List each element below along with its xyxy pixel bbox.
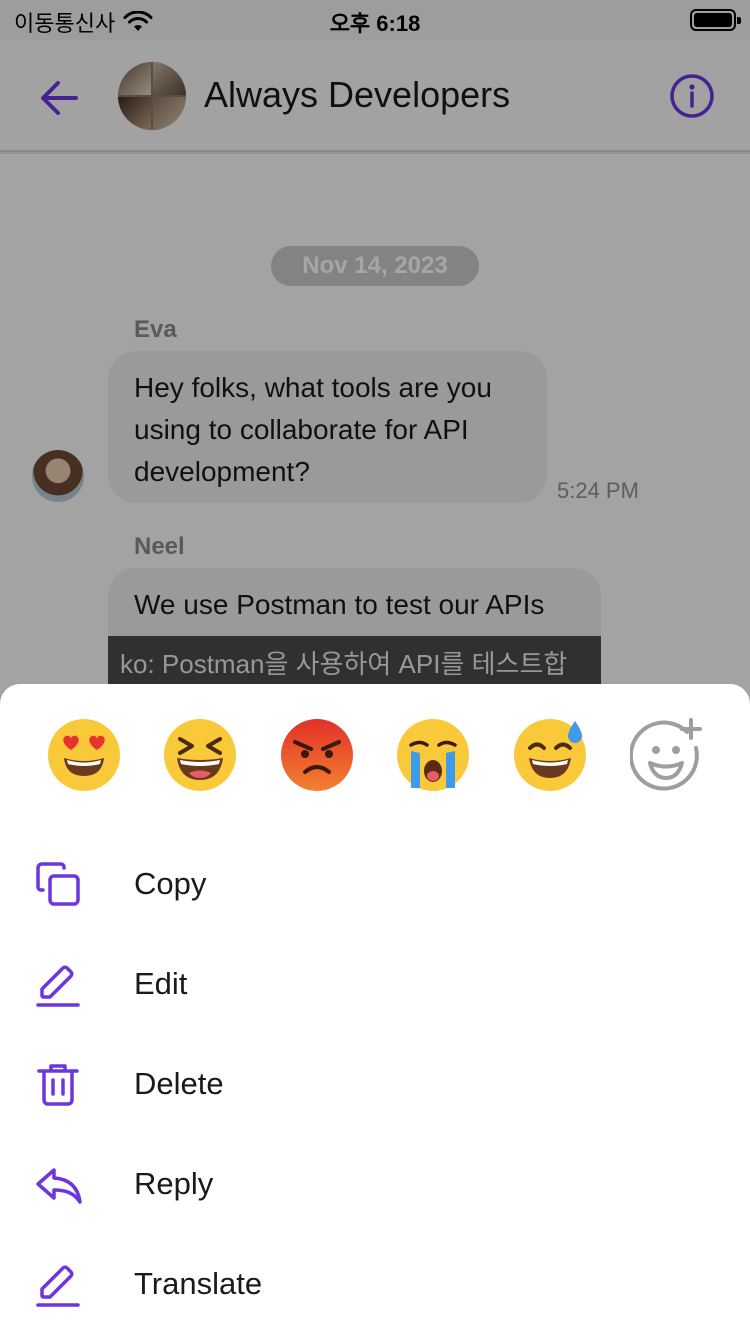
add-reaction-icon[interactable] — [630, 718, 704, 792]
edit-label: Edit — [134, 966, 188, 1001]
copy-label: Copy — [134, 866, 207, 901]
delete-label: Delete — [134, 1066, 224, 1101]
heart-eyes-emoji-icon[interactable] — [47, 718, 121, 792]
translate-label: Translate — [134, 1266, 263, 1301]
pencil-icon — [36, 1265, 80, 1307]
delete-menu-item[interactable]: Delete — [0, 1034, 750, 1134]
translate-menu-item[interactable]: Translate — [0, 1234, 750, 1334]
copy-icon — [36, 862, 80, 906]
sweat-smile-emoji-icon[interactable] — [513, 718, 587, 792]
message-actions-sheet: Copy Edit Delete Reply Translate — [0, 684, 750, 1334]
pencil-icon — [36, 965, 80, 1007]
angry-emoji-icon[interactable] — [280, 718, 354, 792]
reply-icon — [36, 1168, 82, 1204]
edit-menu-item[interactable]: Edit — [0, 934, 750, 1034]
reaction-bar — [0, 718, 750, 794]
trash-icon — [37, 1064, 79, 1106]
crying-emoji-icon[interactable] — [396, 718, 470, 792]
reply-label: Reply — [134, 1166, 214, 1201]
reply-menu-item[interactable]: Reply — [0, 1134, 750, 1234]
copy-menu-item[interactable]: Copy — [0, 834, 750, 934]
laughing-emoji-icon[interactable] — [163, 718, 237, 792]
